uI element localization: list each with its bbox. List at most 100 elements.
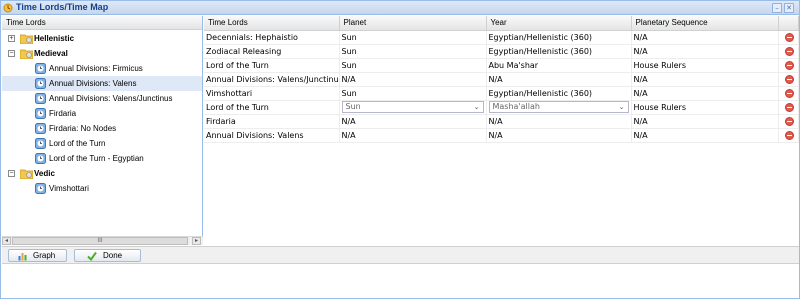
cell-planet[interactable]: Sun <box>339 58 487 73</box>
tree-item-vimshottari[interactable]: Vimshottari <box>2 181 202 196</box>
graph-button-label: Graph <box>33 251 56 260</box>
cell-time-lord[interactable]: Lord of the Turn <box>204 58 340 73</box>
table-row[interactable]: Annual Divisions: Valens/Junctinus N/A N… <box>204 72 799 87</box>
clock-leaf-icon <box>35 183 46 194</box>
clock-leaf-icon <box>35 138 46 149</box>
scroll-right-arrow-icon[interactable]: ▸ <box>192 237 201 245</box>
cell-planet[interactable]: Sun <box>339 86 487 101</box>
tree-item-label: Firdaria: No Nodes <box>49 124 117 133</box>
cell-sequence[interactable]: House Rulers <box>631 100 779 115</box>
expand-plus-icon[interactable]: + <box>8 35 15 42</box>
collapse-minus-icon[interactable]: − <box>8 170 15 177</box>
table-row[interactable]: Zodiacal Releasing Sun Egyptian/Hellenis… <box>204 44 799 59</box>
cell-sequence[interactable]: N/A <box>631 44 779 59</box>
close-button[interactable]: ✕ <box>784 3 794 13</box>
graph-button[interactable]: Graph <box>8 249 67 262</box>
delete-row-icon[interactable] <box>784 130 794 140</box>
chevron-down-icon[interactable]: ⌄ <box>619 102 625 112</box>
done-button[interactable]: Done <box>74 249 141 262</box>
delete-row-icon[interactable] <box>784 60 794 70</box>
table-row-editing[interactable]: Lord of the Turn Sun ⌄ Masha'allah ⌄ Hou… <box>204 100 799 115</box>
tree-group-medieval[interactable]: − Medieval <box>2 46 202 61</box>
cell-actions <box>778 100 799 115</box>
delete-row-icon[interactable] <box>784 116 794 126</box>
tree-header[interactable]: Time Lords <box>2 16 202 30</box>
column-header-planet[interactable]: Planet <box>339 16 487 31</box>
cell-planet[interactable]: N/A <box>339 128 487 143</box>
year-select[interactable]: Masha'allah ⌄ <box>488 101 629 113</box>
cell-actions <box>778 58 799 73</box>
cell-time-lord[interactable]: Annual Divisions: Valens/Junctinus <box>204 72 340 87</box>
column-header-time-lords[interactable]: Time Lords <box>204 16 340 31</box>
planet-select[interactable]: Sun ⌄ <box>341 101 484 113</box>
tree-item-annual-divisions-valens[interactable]: Annual Divisions: Valens <box>2 76 202 91</box>
scroll-left-arrow-icon[interactable]: ◂ <box>2 237 11 245</box>
tree-group-label: Vedic <box>34 169 55 178</box>
cell-year[interactable]: Egyptian/Hellenistic (360) <box>486 86 632 101</box>
cell-actions <box>778 114 799 129</box>
tree-group-label: Medieval <box>34 49 68 58</box>
delete-row-icon[interactable] <box>784 32 794 42</box>
tree-group-hellenistic[interactable]: + Hellenistic <box>2 31 202 46</box>
table-row[interactable]: Firdaria N/A N/A N/A <box>204 114 799 129</box>
tree-group-vedic[interactable]: − Vedic <box>2 166 202 181</box>
clock-leaf-icon <box>35 108 46 119</box>
cell-time-lord[interactable]: Decennials: Hephaistio <box>204 30 340 45</box>
cell-year[interactable]: N/A <box>486 128 632 143</box>
folder-icon <box>20 34 33 44</box>
cell-sequence[interactable]: House Rulers <box>631 58 779 73</box>
delete-row-icon[interactable] <box>784 46 794 56</box>
tree-item-annual-divisions-valens-junctinus[interactable]: Annual Divisions: Valens/Junctinus <box>2 91 202 106</box>
cell-actions <box>778 30 799 45</box>
tree-item-firdaria[interactable]: Firdaria <box>2 106 202 121</box>
cell-sequence[interactable]: N/A <box>631 114 779 129</box>
cell-year[interactable]: Abu Ma'shar <box>486 58 632 73</box>
cell-planet[interactable]: N/A <box>339 114 487 129</box>
cell-planet-editor: Sun ⌄ <box>339 100 487 115</box>
time-lords-tree-panel: Time Lords + Hellenistic − Medieval Annu… <box>2 16 203 245</box>
cell-sequence[interactable]: N/A <box>631 30 779 45</box>
cell-planet[interactable]: Sun <box>339 30 487 45</box>
cell-year[interactable]: Egyptian/Hellenistic (360) <box>486 30 632 45</box>
clock-leaf-icon <box>35 63 46 74</box>
table-row[interactable]: Vimshottari Sun Egyptian/Hellenistic (36… <box>204 86 799 101</box>
cell-time-lord[interactable]: Annual Divisions: Valens <box>204 128 340 143</box>
table-row[interactable]: Decennials: Hephaistio Sun Egyptian/Hell… <box>204 30 799 45</box>
collapse-minus-icon[interactable]: − <box>8 50 15 57</box>
tree-item-lord-of-the-turn[interactable]: Lord of the Turn <box>2 136 202 151</box>
tree-horizontal-scrollbar[interactable]: ◂ III ▸ <box>2 236 203 245</box>
cell-time-lord[interactable]: Zodiacal Releasing <box>204 44 340 59</box>
scroll-thumb[interactable]: III <box>12 237 188 245</box>
tree-group-label: Hellenistic <box>34 34 75 43</box>
cell-year[interactable]: N/A <box>486 114 632 129</box>
cell-year[interactable]: N/A <box>486 72 632 87</box>
cell-planet[interactable]: Sun <box>339 44 487 59</box>
cell-time-lord[interactable]: Lord of the Turn <box>204 100 340 115</box>
cell-time-lord[interactable]: Firdaria <box>204 114 340 129</box>
chevron-down-icon[interactable]: ⌄ <box>474 102 480 112</box>
title-bar: Time Lords/Time Map – ✕ <box>1 1 799 15</box>
tree-item-lord-of-the-turn-egyptian[interactable]: Lord of the Turn - Egyptian <box>2 151 202 166</box>
column-header-planetary-sequence[interactable]: Planetary Sequence <box>631 16 779 31</box>
cell-sequence[interactable]: N/A <box>631 128 779 143</box>
column-header-year[interactable]: Year <box>486 16 632 31</box>
tree-item-firdaria-no-nodes[interactable]: Firdaria: No Nodes <box>2 121 202 136</box>
delete-row-icon[interactable] <box>784 102 794 112</box>
cell-actions <box>778 44 799 59</box>
table-row[interactable]: Lord of the Turn Sun Abu Ma'shar House R… <box>204 58 799 73</box>
time-lords-table: Time Lords Planet Year Planetary Sequenc… <box>204 16 799 143</box>
cell-year[interactable]: Egyptian/Hellenistic (360) <box>486 44 632 59</box>
delete-row-icon[interactable] <box>784 88 794 98</box>
cell-planet[interactable]: N/A <box>339 72 487 87</box>
table-row[interactable]: Annual Divisions: Valens N/A N/A N/A <box>204 128 799 143</box>
delete-row-icon[interactable] <box>784 74 794 84</box>
minimize-button[interactable]: – <box>772 3 782 13</box>
time-map-window: Time Lords/Time Map – ✕ Time Lords + Hel… <box>0 0 800 299</box>
cell-sequence[interactable]: N/A <box>631 72 779 87</box>
folder-open-icon <box>20 169 33 179</box>
cell-time-lord[interactable]: Vimshottari <box>204 86 340 101</box>
tree-item-annual-divisions-firmicus[interactable]: Annual Divisions: Firmicus <box>2 61 202 76</box>
tree-item-label: Lord of the Turn <box>49 139 106 148</box>
cell-sequence[interactable]: N/A <box>631 86 779 101</box>
tree-item-label: Annual Divisions: Valens <box>49 79 137 88</box>
